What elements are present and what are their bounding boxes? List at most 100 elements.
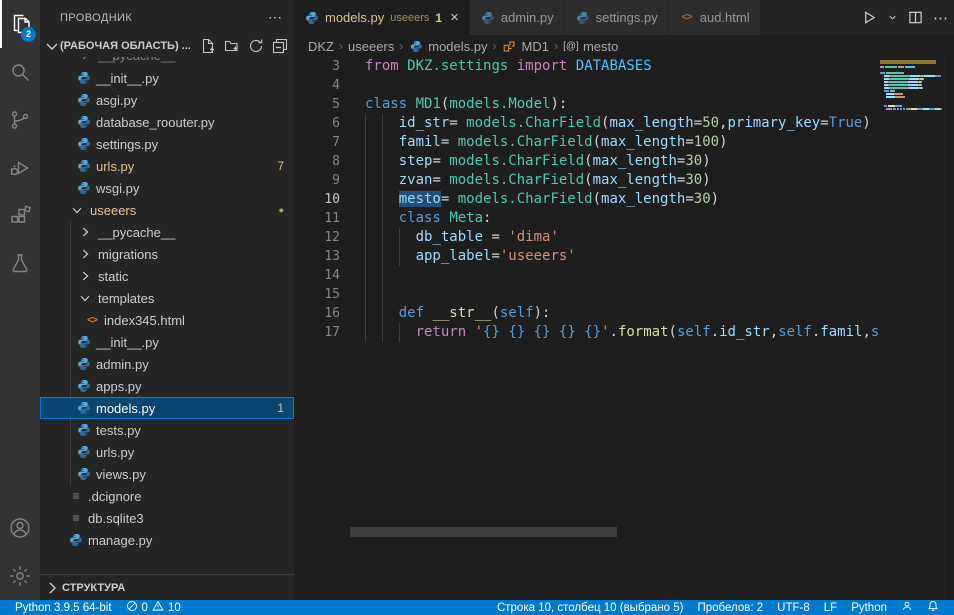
- tree-item-index345.html[interactable]: <>index345.html: [40, 309, 294, 331]
- outline-section-header[interactable]: СТРУКТУРА: [40, 574, 294, 600]
- errors-icon: [126, 600, 138, 615]
- activitybar-settings-icon[interactable]: [0, 552, 40, 600]
- code-line-15[interactable]: 15: [294, 285, 878, 304]
- tree-item-label: asgi.py: [96, 93, 137, 108]
- breadcrumb-mesto[interactable]: [@]mesto: [563, 38, 618, 54]
- status-indentation[interactable]: Пробелов: 2: [691, 600, 771, 615]
- indent-guide: [382, 190, 383, 209]
- minimap[interactable]: [878, 57, 944, 600]
- more-actions-icon[interactable]: ⋯: [933, 9, 948, 27]
- tree-item-templates[interactable]: templates: [40, 287, 294, 309]
- status-language-mode[interactable]: Python: [844, 600, 894, 615]
- horizontal-scrollbar[interactable]: [350, 527, 617, 537]
- run-icon[interactable]: [862, 10, 877, 25]
- collapse-all-icon[interactable]: [272, 38, 288, 54]
- tree-item-db.sqlite3[interactable]: ≡db.sqlite3: [40, 507, 294, 529]
- code-line-3[interactable]: 3from DKZ.settings import DATABASES: [294, 57, 878, 76]
- status-problems[interactable]: 010: [119, 600, 188, 615]
- tree-item-wsgi.py[interactable]: wsgi.py: [40, 177, 294, 199]
- breadcrumb-models.py[interactable]: models.py: [408, 38, 487, 54]
- code-editor[interactable]: 3from DKZ.settings import DATABASES45cla…: [294, 57, 878, 600]
- status-encoding[interactable]: UTF-8: [770, 600, 817, 615]
- activitybar-testing-icon[interactable]: [0, 240, 40, 288]
- tree-item-migrations[interactable]: migrations: [40, 243, 294, 265]
- new-folder-icon[interactable]: [224, 38, 240, 54]
- tree-item-views.py[interactable]: views.py: [40, 463, 294, 485]
- code-line-17[interactable]: 17 return '{} {} {} {} {}'.format(self.i…: [294, 323, 878, 342]
- new-file-icon[interactable]: [200, 38, 216, 54]
- tree-item-label: static: [98, 269, 128, 284]
- line-text: class Meta:: [365, 210, 491, 226]
- tree-item-tests.py[interactable]: tests.py: [40, 419, 294, 441]
- code-line-6[interactable]: 6 id_str= models.CharField(max_length=50…: [294, 114, 878, 133]
- code-line-5[interactable]: 5class MD1(models.Model):: [294, 95, 878, 114]
- line-number: 16: [294, 304, 340, 323]
- breadcrumb-DKZ[interactable]: DKZ: [308, 39, 334, 54]
- code-line-14[interactable]: 14: [294, 266, 878, 285]
- breadcrumb-separator: ›: [399, 39, 403, 53]
- tree-item-models.py[interactable]: models.py1: [40, 397, 294, 419]
- status-label: LF: [824, 602, 837, 614]
- status-feedback[interactable]: [894, 600, 920, 615]
- tree-item-__init__.py[interactable]: __init__.py: [40, 67, 294, 89]
- refresh-icon[interactable]: [248, 38, 264, 54]
- breadcrumb-MD1[interactable]: MD1: [502, 38, 549, 54]
- breadcrumb-label: models.py: [428, 39, 487, 54]
- tree-item-__init__.py[interactable]: __init__.py: [40, 331, 294, 353]
- tree-item-static[interactable]: static: [40, 265, 294, 287]
- status-cursor-position[interactable]: Строка 10, столбец 10 (выбрано 5): [490, 600, 691, 615]
- activitybar-account-icon[interactable]: [0, 504, 40, 552]
- code-line-16[interactable]: 16 def __str__(self):: [294, 304, 878, 323]
- tab-models.py[interactable]: models.pyuseeers1×: [294, 0, 470, 35]
- code-line-8[interactable]: 8 step= models.CharField(max_length=30): [294, 152, 878, 171]
- tab-admin.py[interactable]: admin.py: [470, 0, 565, 35]
- activitybar-search-icon[interactable]: [0, 48, 40, 96]
- code-line-12[interactable]: 12 db_table = 'dima': [294, 228, 878, 247]
- indent-guide: [365, 190, 366, 209]
- tree-item-urls.py[interactable]: urls.py: [40, 441, 294, 463]
- tree-item-manage.py[interactable]: manage.py: [40, 529, 294, 551]
- status-python-interpreter[interactable]: Python 3.9.5 64-bit: [8, 600, 119, 615]
- activitybar-explorer-icon[interactable]: 2: [0, 0, 40, 48]
- run-dropdown-icon[interactable]: [887, 12, 898, 23]
- indent-guide: [382, 209, 383, 228]
- tree-item-apps.py[interactable]: apps.py: [40, 375, 294, 397]
- tree-item-.dcignore[interactable]: ≡.dcignore: [40, 485, 294, 507]
- tree-item-database_roouter.py[interactable]: database_roouter.py: [40, 111, 294, 133]
- indent-guide: [382, 285, 383, 304]
- line-number: 10: [294, 190, 340, 209]
- indent-guide: [382, 323, 383, 342]
- breadcrumb-useeers[interactable]: useeers: [348, 39, 394, 54]
- tree-item-urls.py[interactable]: urls.py7: [40, 155, 294, 177]
- status-notifications[interactable]: [920, 600, 946, 615]
- tab-settings.py[interactable]: settings.py: [565, 0, 669, 35]
- activitybar-run-debug-icon[interactable]: [0, 144, 40, 192]
- indent-guide: [365, 209, 366, 228]
- tree-item-admin.py[interactable]: admin.py: [40, 353, 294, 375]
- line-text: from DKZ.settings import DATABASES: [365, 58, 652, 74]
- status-label: Строка 10, столбец 10 (выбрано 5): [497, 602, 684, 614]
- tree-item-__pycache__[interactable]: __pycache__: [40, 57, 294, 67]
- tree-item-__pycache__[interactable]: __pycache__: [40, 221, 294, 243]
- workspace-section-header[interactable]: (РАБОЧАЯ ОБЛАСТЬ) ...: [40, 35, 294, 57]
- status-eol[interactable]: LF: [817, 600, 844, 615]
- code-line-9[interactable]: 9 zvan= models.CharField(max_length=30): [294, 171, 878, 190]
- vertical-scrollbar[interactable]: [944, 57, 954, 600]
- code-line-10[interactable]: 10 mesto= models.CharField(max_length=30…: [294, 190, 878, 209]
- code-line-4[interactable]: 4: [294, 76, 878, 95]
- tab-aud.html[interactable]: <>aud.html: [669, 0, 761, 35]
- code-line-13[interactable]: 13 app_label='useeers': [294, 247, 878, 266]
- chevron-down-icon: [76, 290, 94, 306]
- tree-item-label: __init__.py: [96, 335, 159, 350]
- explorer-more-actions-icon[interactable]: ⋯: [268, 9, 282, 26]
- code-line-11[interactable]: 11 class Meta:: [294, 209, 878, 228]
- activitybar-source-control-icon[interactable]: [0, 96, 40, 144]
- tree-item-useeers[interactable]: useeers●: [40, 199, 294, 221]
- code-line-7[interactable]: 7 famil= models.CharField(max_length=100…: [294, 133, 878, 152]
- split-editor-icon[interactable]: [908, 10, 923, 25]
- tree-item-settings.py[interactable]: settings.py: [40, 133, 294, 155]
- activitybar-extensions-icon[interactable]: [0, 192, 40, 240]
- line-number: 5: [294, 95, 340, 114]
- close-icon[interactable]: ×: [450, 10, 459, 25]
- tree-item-asgi.py[interactable]: asgi.py: [40, 89, 294, 111]
